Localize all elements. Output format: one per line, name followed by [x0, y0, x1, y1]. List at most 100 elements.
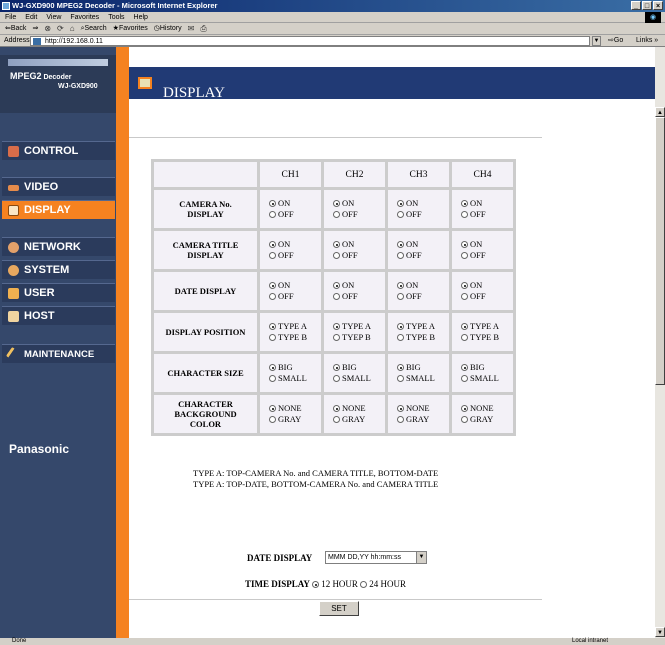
- radio-option[interactable]: OFF: [269, 291, 321, 302]
- radio-option[interactable]: SMALL: [397, 373, 449, 384]
- radio-button[interactable]: [397, 211, 404, 218]
- radio-button[interactable]: [269, 211, 276, 218]
- radio-option[interactable]: BIG: [397, 362, 449, 373]
- radio-option[interactable]: OFF: [333, 291, 385, 302]
- radio-option[interactable]: OFF: [333, 209, 385, 220]
- radio-option[interactable]: ON: [269, 239, 321, 250]
- radio-option[interactable]: OFF: [397, 250, 449, 261]
- radio-button[interactable]: [461, 334, 468, 341]
- address-dropdown-button[interactable]: ▼: [592, 36, 601, 46]
- nav-host[interactable]: HOST: [2, 306, 115, 325]
- radio-option[interactable]: OFF: [397, 209, 449, 220]
- home-icon[interactable]: ⌂: [70, 23, 75, 34]
- radio-option[interactable]: OFF: [333, 250, 385, 261]
- radio-option[interactable]: GRAY: [269, 414, 321, 425]
- radio-button[interactable]: [269, 375, 276, 382]
- radio-button[interactable]: [269, 323, 276, 330]
- radio-option[interactable]: ON: [333, 198, 385, 209]
- radio-button[interactable]: [461, 364, 468, 371]
- back-button[interactable]: ⇐Back: [5, 23, 26, 34]
- menu-favorites[interactable]: Favorites: [70, 12, 99, 22]
- radio-button[interactable]: [461, 282, 468, 289]
- radio-button[interactable]: [333, 241, 340, 248]
- radio-button[interactable]: [461, 323, 468, 330]
- radio-button[interactable]: [333, 293, 340, 300]
- radio-button[interactable]: [397, 323, 404, 330]
- radio-button[interactable]: [461, 416, 468, 423]
- radio-button[interactable]: [269, 405, 276, 412]
- radio-button[interactable]: [397, 293, 404, 300]
- radio-button[interactable]: [397, 252, 404, 259]
- radio-option[interactable]: OFF: [397, 291, 449, 302]
- menu-tools[interactable]: Tools: [108, 12, 124, 22]
- favorites-button[interactable]: ★Favorites: [113, 23, 148, 34]
- radio-option[interactable]: TYPE A: [269, 321, 321, 332]
- stop-icon[interactable]: ⊗: [44, 23, 51, 34]
- radio-button[interactable]: [397, 416, 404, 423]
- menu-edit[interactable]: Edit: [25, 12, 37, 22]
- radio-option[interactable]: ON: [333, 239, 385, 250]
- radio-button[interactable]: [333, 211, 340, 218]
- radio-button[interactable]: [333, 323, 340, 330]
- nav-maintenance[interactable]: MAINTENANCE: [2, 344, 115, 363]
- radio-button[interactable]: [333, 364, 340, 371]
- nav-display[interactable]: DISPLAY: [2, 200, 115, 219]
- print-icon[interactable]: ⎙: [200, 23, 206, 34]
- radio-option[interactable]: ON: [397, 198, 449, 209]
- menu-file[interactable]: File: [5, 12, 16, 22]
- radio-option[interactable]: OFF: [461, 250, 513, 261]
- refresh-icon[interactable]: ⟳: [57, 23, 64, 34]
- radio-option[interactable]: SMALL: [333, 373, 385, 384]
- set-button[interactable]: SET: [319, 601, 359, 616]
- nav-video[interactable]: VIDEO: [2, 177, 115, 196]
- radio-button[interactable]: [397, 334, 404, 341]
- radio-button[interactable]: [397, 364, 404, 371]
- radio-button[interactable]: [269, 252, 276, 259]
- radio-option[interactable]: OFF: [269, 250, 321, 261]
- radio-button[interactable]: [333, 334, 340, 341]
- radio-button[interactable]: [397, 200, 404, 207]
- time-12-hour-option[interactable]: 12 HOUR: [312, 579, 358, 589]
- time-24-hour-radio[interactable]: [360, 581, 368, 588]
- radio-button[interactable]: [269, 334, 276, 341]
- radio-option[interactable]: GRAY: [397, 414, 449, 425]
- radio-button[interactable]: [269, 282, 276, 289]
- radio-option[interactable]: TYPE A: [461, 321, 513, 332]
- scroll-up-icon[interactable]: ▲: [655, 107, 665, 117]
- nav-system[interactable]: SYSTEM: [2, 260, 115, 279]
- radio-button[interactable]: [269, 293, 276, 300]
- forward-button[interactable]: ⇒: [32, 23, 38, 34]
- radio-option[interactable]: TYPE B: [397, 332, 449, 343]
- radio-button[interactable]: [333, 282, 340, 289]
- radio-option[interactable]: ON: [397, 280, 449, 291]
- radio-option[interactable]: ON: [461, 198, 513, 209]
- maximize-button[interactable]: □: [642, 1, 652, 10]
- radio-button[interactable]: [397, 405, 404, 412]
- radio-option[interactable]: ON: [461, 239, 513, 250]
- history-button[interactable]: ◷History: [154, 23, 182, 34]
- menu-help[interactable]: Help: [134, 12, 148, 22]
- radio-option[interactable]: GRAY: [333, 414, 385, 425]
- radio-button[interactable]: [269, 364, 276, 371]
- radio-option[interactable]: BIG: [333, 362, 385, 373]
- radio-button[interactable]: [461, 405, 468, 412]
- radio-button[interactable]: [461, 211, 468, 218]
- radio-option[interactable]: OFF: [269, 209, 321, 220]
- go-button[interactable]: ⇨Go: [608, 35, 623, 47]
- search-button[interactable]: ⌕Search: [81, 23, 107, 34]
- scroll-thumb[interactable]: [655, 117, 665, 385]
- minimize-button[interactable]: _: [631, 1, 641, 10]
- radio-option[interactable]: TYPE A: [397, 321, 449, 332]
- radio-button[interactable]: [397, 241, 404, 248]
- radio-button[interactable]: [333, 200, 340, 207]
- vertical-scrollbar[interactable]: ▲ ▼: [655, 47, 665, 638]
- radio-option[interactable]: TYPE A: [333, 321, 385, 332]
- radio-button[interactable]: [333, 375, 340, 382]
- radio-option[interactable]: BIG: [461, 362, 513, 373]
- scroll-down-icon[interactable]: ▼: [655, 627, 665, 637]
- radio-button[interactable]: [333, 252, 340, 259]
- nav-control[interactable]: CONTROL: [2, 141, 115, 160]
- nav-user[interactable]: USER: [2, 283, 115, 302]
- radio-option[interactable]: GRAY: [461, 414, 513, 425]
- radio-option[interactable]: TYPE B: [461, 332, 513, 343]
